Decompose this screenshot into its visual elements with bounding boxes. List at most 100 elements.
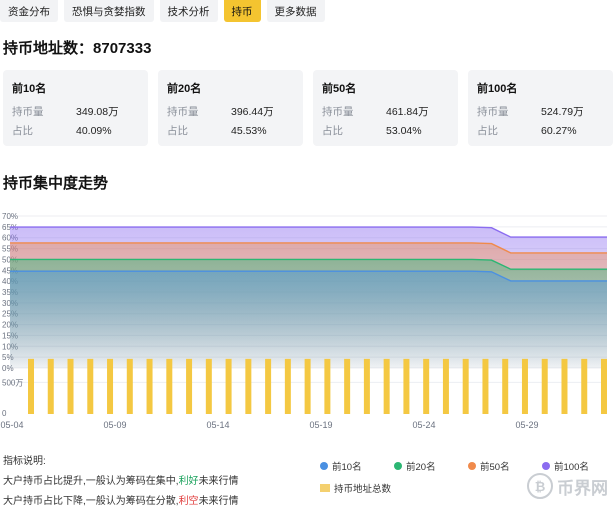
address-total-bar: [482, 358, 489, 414]
legend-square-icon: [320, 484, 330, 492]
address-total-bar: [521, 358, 528, 414]
address-count: 持币地址数：8707333: [3, 37, 151, 58]
address-total-bar: [107, 358, 114, 414]
legend-item-top100[interactable]: 前100名: [542, 459, 616, 473]
legend-item-top50[interactable]: 前50名: [468, 459, 542, 473]
holding-card-top20: 前20名 持币量 396.44万 占比 45.53%: [158, 70, 303, 146]
y-tick-label: 70%: [2, 212, 18, 221]
watermark-text: 币界网: [557, 478, 608, 498]
legend-item-address-total[interactable]: 持币地址总数: [320, 481, 440, 495]
card-title: 前50名: [322, 83, 357, 95]
legend-item-top10[interactable]: 前10名: [320, 459, 394, 473]
address-count-value: 8707333: [93, 40, 152, 57]
desc-text: 未来行情: [198, 496, 239, 507]
address-total-bar: [344, 358, 351, 414]
bullish-highlight: 利好: [178, 476, 199, 487]
x-tick-label: 05-14: [206, 420, 229, 430]
address-total-bar: [225, 358, 232, 414]
address-total-bar: [462, 358, 469, 414]
card-ratio-label: 占比: [12, 125, 33, 137]
holding-card-top50: 前50名 持币量 461.84万 占比 53.04%: [313, 70, 458, 146]
legend-dot-icon: [394, 462, 402, 470]
legend-label: 前20名: [406, 462, 436, 473]
legend-item-top20[interactable]: 前20名: [394, 459, 468, 473]
card-ratio-label: 占比: [167, 125, 188, 137]
holding-card-top10: 前10名 持币量 349.08万 占比 40.09%: [3, 70, 148, 146]
address-total-bar: [166, 358, 173, 414]
address-total-bar: [502, 358, 509, 414]
address-total-bar: [581, 358, 588, 414]
legend-dot-icon: [320, 462, 328, 470]
bitcoin-logo-icon: ₿: [527, 473, 553, 499]
desc-text: 未来行情: [198, 476, 239, 487]
legend-label: 持币地址总数: [334, 484, 392, 495]
card-ratio-value: 60.27%: [541, 125, 577, 137]
address-total-bar: [205, 358, 212, 414]
x-tick-label: 05-24: [412, 420, 435, 430]
card-qty-label: 持币量: [167, 106, 199, 118]
card-title: 前10名: [12, 83, 47, 95]
card-qty-value: 396.44万: [231, 106, 274, 118]
card-ratio-value: 53.04%: [386, 125, 422, 137]
card-ratio-label: 占比: [477, 125, 498, 137]
card-qty-label: 持币量: [12, 106, 44, 118]
x-tick-label: 05-29: [515, 420, 538, 430]
address-total-bar: [245, 358, 252, 414]
card-title: 前20名: [167, 83, 202, 95]
address-total-bar: [67, 358, 74, 414]
address-total-bar: [284, 358, 291, 414]
chart-section-title: 持币集中度走势: [3, 175, 109, 192]
address-total-bar: [561, 358, 568, 414]
tab-fear-greed-index[interactable]: 恐惧与贪婪指数: [64, 0, 154, 22]
tab-fund-distribution[interactable]: 资金分布: [0, 0, 58, 22]
address-total-bar: [146, 358, 153, 414]
watermark: ₿ 币界网: [527, 473, 608, 499]
address-total-bar: [541, 358, 548, 414]
legend-dot-icon: [468, 462, 476, 470]
address-total-bar: [265, 358, 272, 414]
card-qty-value: 461.84万: [386, 106, 429, 118]
card-qty-value: 524.79万: [541, 106, 584, 118]
address-total-bar: [126, 358, 133, 414]
card-ratio-value: 40.09%: [76, 125, 112, 137]
tab-holdings[interactable]: 持币: [223, 0, 261, 22]
indicator-line-bearish: 大户持币占比下降,一般认为筹码在分散,利空未来行情: [3, 492, 239, 511]
address-total-bar: [363, 358, 370, 414]
address-total-bar: [87, 358, 94, 414]
area-前10名: [10, 271, 607, 368]
address-total-bar: [383, 358, 390, 414]
bar-y-tick-label: 500万: [2, 378, 23, 387]
bearish-highlight: 利空: [178, 496, 199, 507]
tab-more-data[interactable]: 更多数据: [266, 0, 325, 22]
tab-technical-analysis[interactable]: 技术分析: [159, 0, 218, 22]
card-title: 前100名: [477, 83, 518, 95]
address-total-bar: [304, 358, 311, 414]
tab-bar: 资金分布 恐惧与贪婪指数 技术分析 持币 更多数据: [0, 0, 325, 22]
card-qty-label: 持币量: [477, 106, 509, 118]
indicator-description: 指标说明: 大户持币占比提升,一般认为筹码在集中,利好未来行情 大户持币占比下降…: [3, 452, 239, 511]
address-total-bar: [324, 358, 331, 414]
legend-label: 前100名: [554, 462, 589, 473]
indicator-line-bullish: 大户持币占比提升,一般认为筹码在集中,利好未来行情: [3, 472, 239, 492]
address-total-bar: [403, 358, 410, 414]
desc-text: 大户持币占比提升,一般认为筹码在集中,: [3, 476, 179, 487]
address-total-bar: [601, 358, 607, 414]
legend-label: 前10名: [332, 462, 362, 473]
address-total-bar: [423, 358, 430, 414]
legend-dot-icon: [542, 462, 550, 470]
card-ratio-value: 45.53%: [231, 125, 267, 137]
address-total-bar: [28, 358, 34, 414]
address-total-bar: [186, 358, 193, 414]
desc-text: 大户持币占比下降,一般认为筹码在分散,: [3, 496, 179, 507]
x-tick-label: 05-04: [0, 420, 23, 430]
x-tick-label: 05-19: [309, 420, 332, 430]
address-count-label: 持币地址数：: [3, 40, 94, 57]
indicator-title: 指标说明:: [3, 456, 46, 467]
address-total-bar: [442, 358, 449, 414]
card-qty-label: 持币量: [322, 106, 354, 118]
holding-cards: 前10名 持币量 349.08万 占比 40.09% 前20名 持币量 396.44万…: [3, 70, 613, 146]
holding-card-top100: 前100名 持币量 524.79万 占比 60.27%: [468, 70, 613, 146]
card-ratio-label: 占比: [322, 125, 343, 137]
address-total-bar: [47, 358, 54, 414]
concentration-trend-chart[interactable]: 70%65%60%55%50%45%40%35%30%25%20%15%10%5…: [0, 205, 616, 435]
